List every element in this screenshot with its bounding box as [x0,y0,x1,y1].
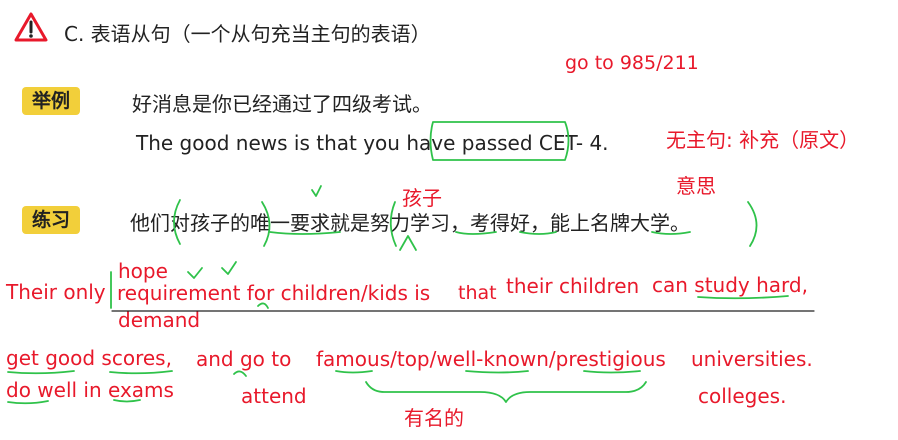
example-english-highlight: have passed [406,131,533,155]
example-english-suffix: CET- 4. [532,131,609,155]
practice-tag: 练习 [22,206,81,234]
answer-line3-part1: do well in exams [6,378,174,402]
handwritten-note-no-subject: 无主句: 补充（原文） [666,128,860,152]
answer-line2-part1: get good scores, [6,346,172,370]
underline-scores [109,370,173,375]
handwritten-note-meaning: 意思 [676,174,716,198]
practice-chinese: 他们对孩子的唯一要求就是努力学习，考得好，能上名牌大学。 [130,211,690,235]
answer-alt-demand: demand [118,308,201,332]
tick-3 [221,261,237,275]
underline-famous [335,370,373,374]
answer-line1-part4: can study hard, [652,273,808,297]
tick-1 [311,185,322,197]
answer-line3-colleges: colleges. [698,384,787,408]
answer-line1-part1: Their only [6,280,106,304]
mark-and [233,370,247,377]
brace-famous [365,381,647,403]
insert-caret [399,235,417,251]
example-english: The good news is that you have passed CE… [136,131,609,155]
answer-line2-part4: universities. [691,347,813,371]
tick-2 [187,267,203,279]
underline-well-known [465,370,529,374]
answer-line1-part2: requirement for children/kids is [117,281,431,305]
handwritten-note-children: 孩子 [402,186,442,210]
handwritten-note-goal: go to 985/211 [565,52,699,74]
answer-line1-that: that [458,282,497,304]
bracket-right-2 [747,201,758,247]
example-english-prefix: The good news is that you [136,131,407,155]
warning-icon [14,12,48,42]
answer-line2-part2: and go to [196,347,292,371]
answer-line3-attend: attend [241,384,307,408]
underline-get-good [7,370,75,375]
answer-line2-part3: famous/top/well-known/prestigious [316,347,666,371]
section-title: C. 表语从句（一个从句充当主句的表语） [64,22,431,46]
answer-line1-part3: their children [506,274,640,298]
answer-line3-famous-cn: 有名的 [404,406,464,430]
underline-prestigious [583,370,641,374]
example-chinese: 好消息是你已经通过了四级考试。 [132,92,432,116]
example-tag: 举例 [22,87,81,115]
answer-alt-hope: hope [118,259,168,283]
